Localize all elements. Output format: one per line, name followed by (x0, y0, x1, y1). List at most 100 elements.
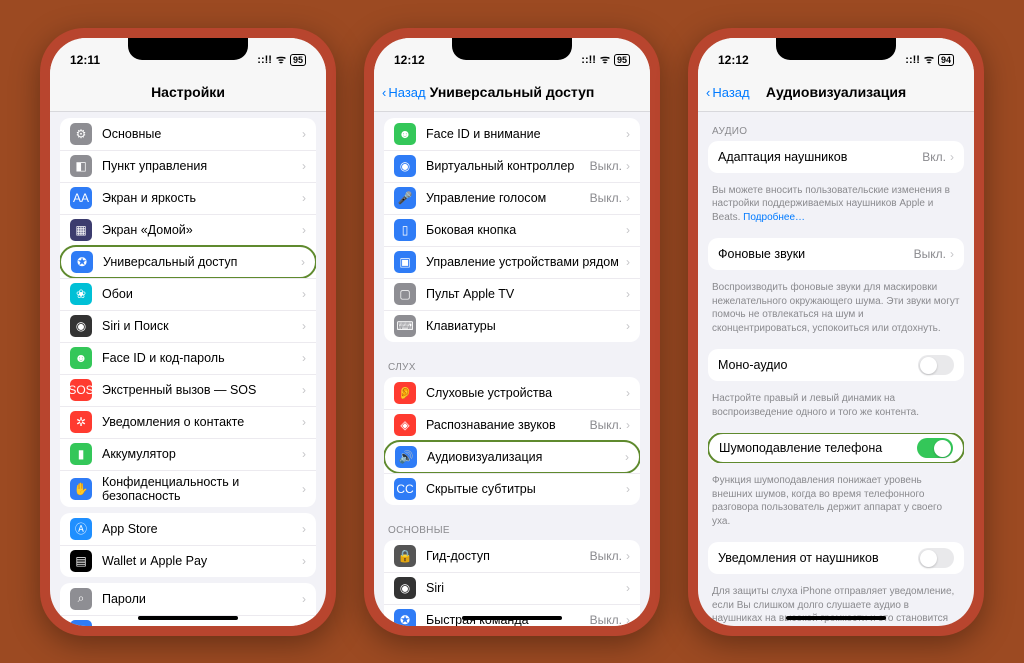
audiovisual-list[interactable]: АУДИОАдаптация наушниковВкл.›Вы можете в… (698, 112, 974, 626)
settings-row[interactable]: ◉Siri и Поиск› (60, 310, 316, 342)
chevron-right-icon: › (301, 255, 305, 269)
settings-row[interactable]: ▣Управление устройствами рядом› (384, 246, 640, 278)
row-label: Siri и Поиск (102, 319, 302, 333)
settings-row[interactable]: ▢Пульт Apple TV› (384, 278, 640, 310)
sound-icon: ◈ (394, 414, 416, 436)
settings-row[interactable]: 🔒Гид-доступВыкл.› (384, 540, 640, 572)
row-label: Обои (102, 287, 302, 301)
keyboard-icon: ⌨ (394, 315, 416, 337)
audio-icon: 🔊 (395, 446, 417, 468)
learn-more-link[interactable]: Подробнее… (743, 212, 805, 223)
settings-row[interactable]: ☻Face ID и код-пароль› (60, 342, 316, 374)
settings-row[interactable]: SOSЭкстренный вызов — SOS› (60, 374, 316, 406)
chevron-right-icon: › (626, 549, 630, 563)
row-label: Аудиовизуализация (427, 450, 625, 464)
settings-row[interactable]: 👂Слуховые устройства› (384, 377, 640, 409)
settings-row[interactable]: ☻Face ID и внимание› (384, 118, 640, 150)
chevron-right-icon: › (302, 287, 306, 301)
chevron-right-icon: › (302, 447, 306, 461)
chevron-right-icon: › (302, 592, 306, 606)
page-title: Аудиовизуализация (766, 84, 906, 100)
settings-row[interactable]: CCСкрытые субтитры› (384, 473, 640, 505)
settings-row[interactable]: ▤Wallet и Apple Pay› (60, 545, 316, 577)
chevron-right-icon: › (625, 450, 629, 464)
siri2-icon: ◉ (394, 577, 416, 599)
section-footer: Воспроизводить фоновые звуки для маскиро… (698, 276, 974, 343)
row-value: Выкл. (590, 418, 622, 432)
settings-row[interactable]: ⒶApp Store› (60, 513, 316, 545)
settings-row[interactable]: 🎤Управление голосомВыкл.› (384, 182, 640, 214)
row-value: Вкл. (922, 150, 946, 164)
section-header: ОСНОВНЫЕ (374, 511, 650, 540)
settings-row[interactable]: ◉Siri› (384, 572, 640, 604)
row-label: Экстренный вызов — SOS (102, 383, 302, 397)
toggle[interactable] (918, 355, 954, 375)
settings-row[interactable]: ▦Экран «Домой»› (60, 214, 316, 246)
settings-row[interactable]: ◧Пункт управления› (60, 150, 316, 182)
chevron-right-icon: › (626, 482, 630, 496)
toggle[interactable] (918, 548, 954, 568)
wall-icon: ❀ (70, 283, 92, 305)
settings-row[interactable]: ✋Конфиденциальность и безопасность› (60, 470, 316, 507)
appstore-icon: Ⓐ (70, 518, 92, 540)
settings-row[interactable]: Фоновые звукиВыкл.› (708, 238, 964, 270)
settings-list[interactable]: ⚙Основные›◧Пункт управления›AAЭкран и яр… (50, 112, 326, 626)
navbar: ‹ Назад Универсальный доступ (374, 74, 650, 112)
time: 12:11 (70, 53, 100, 67)
settings-row[interactable]: ⚙Основные› (60, 118, 316, 150)
chevron-right-icon: › (302, 624, 306, 626)
time: 12:12 (394, 53, 425, 67)
accessibility-list[interactable]: ☻Face ID и внимание›◉Виртуальный контрол… (374, 112, 650, 626)
back-button[interactable]: ‹ Назад (706, 85, 750, 100)
toggle[interactable] (917, 438, 953, 458)
row-label: Face ID и код-пароль (102, 351, 302, 365)
settings-row[interactable]: ⌕Пароли› (60, 583, 316, 615)
home-indicator[interactable] (786, 616, 886, 620)
chevron-right-icon: › (626, 223, 630, 237)
settings-row[interactable]: 🔊 Аудиовизуализация› (384, 440, 640, 474)
back-button[interactable]: ‹ Назад (382, 85, 426, 100)
settings-row[interactable]: ✪Быстрая командаВыкл.› (384, 604, 640, 626)
access-icon: ✪ (71, 251, 93, 273)
chevron-right-icon: › (626, 159, 630, 173)
row-value: Выкл. (914, 247, 946, 261)
face-icon: ☻ (394, 123, 416, 145)
settings-row[interactable]: ❀ Обои› (60, 278, 316, 310)
signal-icon: ::!! (905, 54, 920, 66)
notch (452, 38, 572, 60)
chevron-right-icon: › (302, 522, 306, 536)
settings-row[interactable]: Адаптация наушниковВкл.› (708, 141, 964, 173)
row-label: Пульт Apple TV (426, 287, 626, 301)
phone-audiovisual: 12:12 ::!! ᯤ 94 ‹ Назад Аудиовизуализаци… (688, 28, 984, 636)
settings-row[interactable]: ✲Уведомления о контакте› (60, 406, 316, 438)
settings-row[interactable]: AAЭкран и яркость› (60, 182, 316, 214)
row-label: Основные (102, 127, 302, 141)
row-label: Универсальный доступ (103, 255, 301, 269)
row-label: Управление голосом (426, 191, 590, 205)
contact-icon: ✲ (70, 411, 92, 433)
row-label: Wallet и Apple Pay (102, 554, 302, 568)
home-indicator[interactable] (138, 616, 238, 620)
hearing-icon: 👂 (394, 382, 416, 404)
settings-row[interactable]: ◈Распознавание звуковВыкл.› (384, 409, 640, 441)
settings-row[interactable]: ◉Виртуальный контроллерВыкл.› (384, 150, 640, 182)
notch (128, 38, 248, 60)
display-icon: AA (70, 187, 92, 209)
row-label: Распознавание звуков (426, 418, 590, 432)
voice-icon: 🎤 (394, 187, 416, 209)
settings-row[interactable]: ▮Аккумулятор› (60, 438, 316, 470)
settings-row[interactable]: Уведомления от наушников (708, 542, 964, 574)
row-value: Выкл. (590, 191, 622, 205)
settings-row[interactable]: ⌨Клавиатуры› (384, 310, 640, 342)
home-indicator[interactable] (462, 616, 562, 620)
settings-row[interactable]: ✪ Универсальный доступ› (60, 245, 316, 279)
row-label: Почта (102, 624, 302, 626)
settings-row[interactable]: ▯Боковая кнопка› (384, 214, 640, 246)
chevron-right-icon: › (626, 319, 630, 333)
keys-icon: ⌕ (70, 588, 92, 610)
phone-settings: 12:11 ::!! ᯤ 95 Настройки ⚙Основные›◧Пун… (40, 28, 336, 636)
settings-row[interactable]: Шумоподавление телефона (708, 433, 964, 463)
row-label: Уведомления от наушников (718, 551, 918, 565)
battery-icon: ▮ (70, 443, 92, 465)
settings-row[interactable]: Моно-аудио (708, 349, 964, 381)
